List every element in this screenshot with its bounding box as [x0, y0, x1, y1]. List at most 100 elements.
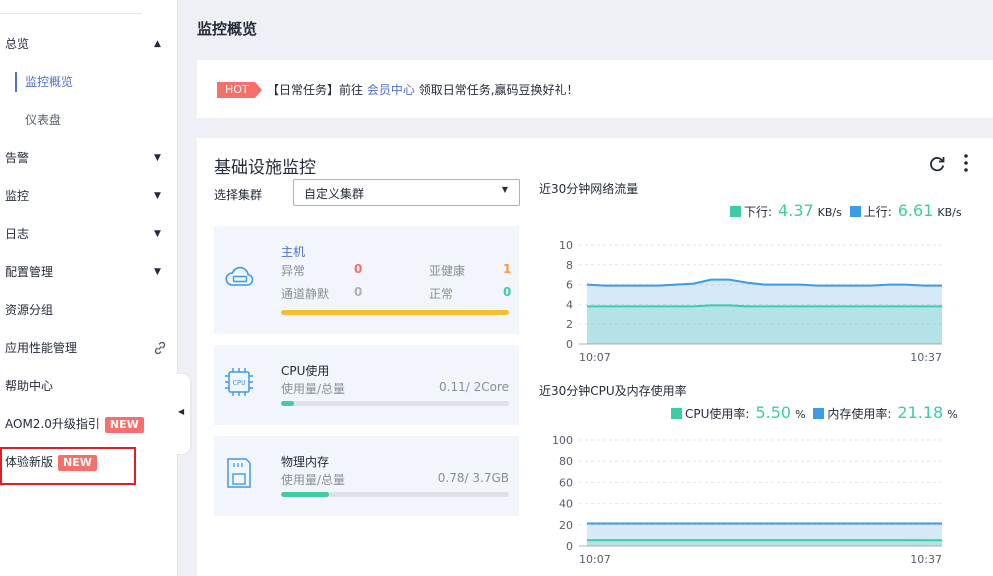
y-tick-label: 0 — [566, 540, 573, 553]
sidebar-item-text: AOM2.0升级指引 — [5, 417, 100, 431]
y-tick-label: 2 — [566, 318, 573, 331]
sidebar-item-resource-group[interactable]: 资源分组 — [0, 297, 178, 323]
legend-unit: % — [947, 408, 958, 421]
memory-usage-bar-fill — [281, 492, 329, 497]
legend-name: 上行: — [863, 205, 892, 219]
stat-value-silent: 0 — [354, 285, 363, 299]
sidebar-item-label: 告警 — [5, 151, 30, 165]
infra-monitor-panel: 基础设施监控 选择集群 自定义集群 ▼ 主机 异常 0 亚健康 1 通道静默 0… — [197, 138, 993, 576]
sidebar-item-label: 帮助中心 — [5, 379, 54, 393]
sidebar-item-monitor[interactable]: 监控 ▼ — [0, 183, 178, 209]
legend-unit: % — [795, 408, 806, 421]
x-tick-label: 10:07 — [579, 351, 611, 364]
refresh-icon[interactable] — [928, 155, 946, 173]
memory-card-icon — [227, 458, 251, 488]
host-title-link[interactable]: 主机 — [281, 243, 305, 260]
more-icon[interactable] — [962, 153, 970, 173]
cpu-legend: CPU使用率: 5.50% 内存使用率: 21.18% — [671, 403, 962, 422]
chevron-down-icon: ▼ — [154, 229, 161, 239]
sidebar-item-alarm[interactable]: 告警 ▼ — [0, 145, 178, 171]
legend-name: 内存使用率: — [827, 407, 892, 421]
sidebar-item-label: 应用性能管理 — [5, 341, 78, 355]
sidebar-item-label: 日志 — [5, 227, 30, 241]
sidebar-item-apm[interactable]: 应用性能管理 — [0, 335, 178, 361]
legend-name: 下行: — [744, 205, 773, 219]
sidebar-item-label: 监控概览 — [25, 75, 74, 89]
member-center-link[interactable]: 会员中心 — [367, 83, 415, 97]
sidebar-item-label: 仪表盘 — [25, 113, 62, 127]
page-title: 监控概览 — [197, 20, 258, 38]
x-tick-label: 10:37 — [910, 553, 942, 566]
notice-suffix: 领取日常任务,赢码豆换好礼！ — [418, 83, 579, 97]
y-tick-label: 40 — [559, 498, 573, 511]
chevron-left-icon: ◀ — [178, 407, 185, 416]
cluster-select[interactable]: 自定义集群 ▼ — [293, 179, 520, 206]
cpu-memory-chart: 0 20 40 60 80 100 10:07 10:37 — [552, 434, 943, 566]
legend-value: 4.37 — [778, 201, 814, 220]
notice-text: 【日常任务】前往 会员中心 领取日常任务,赢码豆换好礼！ — [267, 81, 579, 98]
cluster-select-value: 自定义集群 — [304, 187, 365, 201]
host-health-bar — [281, 310, 509, 315]
y-tick-label: 10 — [559, 239, 573, 252]
stat-label-normal: 正常 — [429, 287, 454, 301]
sidebar-item-label: AOM2.0升级指引 NEW — [5, 411, 144, 437]
legend-swatch-cpu — [671, 408, 682, 419]
sidebar-item-label: 总览 — [5, 37, 30, 51]
y-tick-label: 80 — [559, 455, 573, 468]
svg-text:CPU: CPU — [233, 379, 246, 387]
hot-tag: HOT — [217, 82, 262, 98]
network-chart-title: 近30分钟网络流量 — [539, 182, 639, 196]
memory-usage-value: 0.78/ 3.7GB — [437, 471, 509, 485]
sidebar: 总览 ▲ 监控概览 仪表盘 告警 ▼ 监控 ▼ 日志 ▼ 配置管理 ▼ 资源分组… — [0, 0, 178, 576]
legend-swatch-down — [730, 206, 741, 217]
series-area — [587, 305, 942, 344]
cluster-label: 选择集群 — [214, 188, 263, 202]
sidebar-item-help[interactable]: 帮助中心 — [0, 373, 178, 399]
notice-banner: HOT 【日常任务】前往 会员中心 领取日常任务,赢码豆换好礼！ — [197, 60, 993, 118]
y-tick-label: 100 — [552, 434, 573, 447]
sidebar-divider — [0, 13, 142, 14]
panel-title: 基础设施监控 — [214, 158, 316, 178]
sidebar-item-dashboard[interactable]: 仪表盘 — [0, 107, 178, 133]
sidebar-item-config[interactable]: 配置管理 ▼ — [0, 259, 178, 285]
sidebar-item-monitor-overview[interactable]: 监控概览 — [0, 69, 178, 95]
stat-label-abnormal: 异常 — [281, 264, 306, 278]
y-tick-label: 4 — [566, 298, 573, 311]
y-tick-label: 6 — [566, 279, 573, 292]
host-card: 主机 异常 0 亚健康 1 通道静默 0 正常 0 — [214, 226, 519, 334]
cpu-title: CPU使用 — [281, 364, 330, 378]
cpu-usage-label: 使用量/总量 — [281, 382, 346, 396]
cpu-chart-title: 近30分钟CPU及内存使用率 — [539, 384, 687, 398]
memory-title: 物理内存 — [281, 455, 330, 469]
stat-label-subhealthy: 亚健康 — [429, 264, 466, 278]
stat-label-silent: 通道静默 — [281, 287, 330, 301]
stat-value-normal: 0 — [503, 285, 512, 299]
new-badge: NEW — [104, 416, 144, 433]
sidebar-item-label: 监控 — [5, 189, 30, 203]
y-tick-label: 60 — [559, 476, 573, 489]
highlight-outline — [0, 447, 136, 485]
network-legend: 下行: 4.37 KB/s 上行: 6.61 KB/s — [730, 201, 966, 220]
sidebar-item-aom2-guide[interactable]: AOM2.0升级指引 NEW — [0, 411, 178, 437]
x-tick-label: 10:07 — [579, 553, 611, 566]
sidebar-item-label: 配置管理 — [5, 265, 54, 279]
legend-swatch-up — [849, 206, 861, 217]
cpu-usage-bar-fill — [281, 401, 294, 406]
series-line — [586, 278, 942, 287]
sidebar-item-overview[interactable]: 总览 ▲ — [0, 31, 178, 57]
network-traffic-chart: 0 2 4 6 8 10 10:07 10:37 — [559, 239, 942, 364]
y-tick-label: 8 — [566, 259, 573, 272]
legend-value: 5.50 — [755, 403, 792, 422]
sidebar-collapse-button[interactable]: ◀ — [175, 374, 190, 454]
chevron-down-icon: ▼ — [154, 191, 161, 201]
chevron-down-icon: ▼ — [501, 185, 508, 194]
sidebar-item-label: 资源分组 — [5, 303, 54, 317]
memory-usage-bar — [281, 492, 509, 497]
y-tick-label: 20 — [559, 519, 573, 532]
legend-name: CPU使用率: — [685, 407, 750, 421]
host-health-bar-fill — [281, 310, 509, 315]
sidebar-item-log[interactable]: 日志 ▼ — [0, 221, 178, 247]
cpu-usage-bar — [281, 401, 509, 406]
legend-value: 6.61 — [897, 201, 934, 220]
cloud-host-icon — [225, 266, 254, 286]
